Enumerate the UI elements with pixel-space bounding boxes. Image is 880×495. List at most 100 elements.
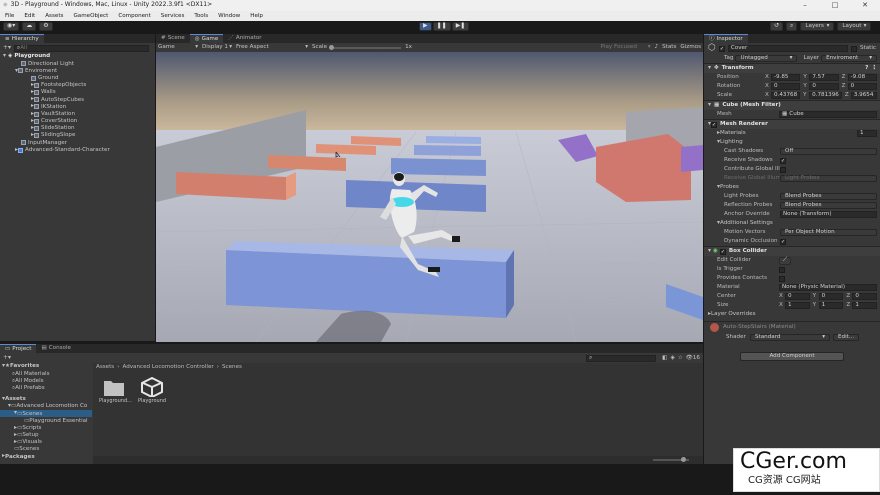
hidden-count-icon[interactable]: 👁16 <box>686 355 700 361</box>
breadcrumb-assets[interactable]: Assets <box>96 364 114 370</box>
menu-help[interactable]: Help <box>245 13 268 19</box>
scale-x[interactable]: 0.43768 <box>771 92 801 99</box>
add-icon[interactable]: +▾ <box>3 354 11 362</box>
mute-icon[interactable]: ♪ <box>655 44 659 50</box>
hierarchy-item[interactable]: ▸ SlideStation <box>3 124 155 132</box>
scale-z[interactable]: 3.9654 <box>850 92 877 99</box>
menu-file[interactable]: File <box>0 13 19 19</box>
history-button[interactable]: ↺ <box>770 22 784 31</box>
center-x[interactable]: 0 <box>785 293 810 300</box>
menu-edit[interactable]: Edit <box>19 13 40 19</box>
asset-tile[interactable]: Playground... <box>99 377 132 405</box>
add-icon[interactable]: +▾ <box>3 44 11 52</box>
probes-section[interactable]: ▾ Probes <box>704 183 880 192</box>
help-icon[interactable]: ? <box>865 65 868 71</box>
cast-shadows-dropdown[interactable]: Off <box>780 148 877 155</box>
asset-tile[interactable]: Playground <box>137 376 167 405</box>
center-z[interactable]: 0 <box>852 293 878 300</box>
motion-vectors-dropdown[interactable]: Per Object Motion <box>780 229 877 236</box>
shader-edit-button[interactable]: Edit... <box>833 334 860 341</box>
collider-header[interactable]: ▾ ◉ ✓ Box Collider <box>704 246 880 256</box>
filter-label-icon[interactable]: ◈ <box>670 355 674 361</box>
hierarchy-item[interactable]: ▸ FootstepObjects <box>3 81 155 89</box>
renderer-header[interactable]: ▾ ✓ Mesh Renderer <box>704 119 880 129</box>
cloud-button[interactable]: ☁ <box>22 22 37 31</box>
size-z[interactable]: 1 <box>852 302 878 309</box>
reflection-probes-dropdown[interactable]: Blend Probes <box>780 202 877 209</box>
hierarchy-item[interactable]: ▸ IKStation <box>3 103 155 110</box>
step-button[interactable]: ▶❚ <box>451 22 470 31</box>
display-dropdown[interactable]: Display 1 ▾ <box>202 44 232 50</box>
hierarchy-item[interactable]: Ground <box>3 75 155 82</box>
tab-hierarchy[interactable]: ≡ Hierarchy <box>0 34 44 43</box>
menu-gameobject[interactable]: GameObject <box>68 13 113 19</box>
additional-settings-section[interactable]: ▾ Additional Settings <box>704 219 880 228</box>
tab-scene[interactable]: # Scene <box>156 34 190 43</box>
game-mode-dropdown[interactable]: Game ▾ <box>158 44 198 50</box>
play-focused-dropdown[interactable]: Play Focused ▾ <box>601 44 651 50</box>
layers-dropdown[interactable]: Layers ▾ <box>800 22 835 31</box>
center-y[interactable]: 0 <box>818 293 844 300</box>
assets-section[interactable]: ▾ Assets <box>0 395 92 403</box>
mesh-field[interactable]: ▦ Cube <box>779 111 877 118</box>
hierarchy-item[interactable]: ▸ AutoStepCubes <box>3 95 155 103</box>
is-trigger-checkbox[interactable] <box>779 266 785 273</box>
zoom-slider[interactable] <box>653 457 689 462</box>
hierarchy-item[interactable]: ▾ Enviroment <box>3 67 155 74</box>
layer-overrides-section[interactable]: ▸ Layer Overrides <box>704 310 880 319</box>
provides-contacts-checkbox[interactable] <box>779 275 785 282</box>
fav-item[interactable]: ⌕ All Prefabs <box>0 385 92 392</box>
object-name-field[interactable]: Cover <box>727 45 848 52</box>
position-x[interactable]: -9.85 <box>771 74 801 81</box>
hierarchy-item[interactable]: ▸ SlidingSlope <box>3 131 155 139</box>
layer-dropdown[interactable]: Enviroment ▾ <box>821 55 878 62</box>
aspect-dropdown[interactable]: Free Aspect ▾ <box>236 44 308 50</box>
tree-folder[interactable]: ▭ Scenes <box>0 446 92 453</box>
hierarchy-item[interactable]: ▸ VaultStation <box>3 110 155 118</box>
contribute-gi-checkbox[interactable] <box>780 166 786 173</box>
edit-collider-button[interactable]: ⟋ <box>779 256 792 265</box>
dynamic-occlusion-checkbox[interactable]: ✓ <box>780 238 786 245</box>
game-viewport[interactable] <box>156 52 703 342</box>
collider-enabled-checkbox[interactable]: ✓ <box>719 248 726 255</box>
menu-assets[interactable]: Assets <box>40 13 68 19</box>
static-checkbox[interactable] <box>851 45 857 52</box>
shader-dropdown[interactable]: Standard ▾ <box>750 334 830 341</box>
size-x[interactable]: 1 <box>785 302 810 309</box>
tag-dropdown[interactable]: Untagged ▾ <box>735 55 798 62</box>
position-y[interactable]: 7.57 <box>809 74 839 81</box>
breadcrumb-alc[interactable]: Advanced Locomotion Controller <box>122 364 213 370</box>
search-button[interactable]: ⌕ <box>786 22 798 31</box>
scale-y[interactable]: 0.781396 <box>809 92 842 99</box>
physic-material-field[interactable]: None (Physic Material) <box>779 284 877 291</box>
receive-gi-dropdown[interactable]: Light Probes <box>780 175 877 182</box>
menu-component[interactable]: Component <box>113 13 155 19</box>
transform-header[interactable]: ▾ ✥ Transform? ⋮ <box>704 63 880 73</box>
position-z[interactable]: -9.08 <box>847 74 877 81</box>
tab-animator[interactable]: ⋰ Animator <box>223 34 266 43</box>
hierarchy-item[interactable]: ▸ CoverStation <box>3 117 155 125</box>
tab-game[interactable]: ◎ Game <box>189 34 224 43</box>
favorites-section[interactable]: ▾ ★ Favorites <box>0 362 92 370</box>
add-component-button[interactable]: Add Component <box>740 351 844 361</box>
fav-item[interactable]: ⌕ All Models <box>0 377 92 384</box>
pause-button[interactable]: ❚❚ <box>432 22 451 31</box>
play-button[interactable]: ▶ <box>419 22 432 31</box>
tab-console[interactable]: ▤ Console <box>36 344 76 353</box>
hierarchy-item[interactable]: ▸ Advanced-Standard-Character <box>3 146 155 153</box>
hierarchy-search-input[interactable]: ⌕ All <box>14 44 149 52</box>
account-button[interactable]: ◉▾ <box>3 22 20 31</box>
collab-button[interactable]: ⚙ <box>39 22 53 31</box>
star-icon[interactable]: ☆ <box>678 355 683 361</box>
stats-button[interactable]: Stats <box>662 44 676 50</box>
active-checkbox[interactable]: ✓ <box>718 45 725 52</box>
tab-project[interactable]: ▭ Project <box>0 344 37 353</box>
anchor-override-field[interactable]: None (Transform) <box>780 211 877 218</box>
layout-dropdown[interactable]: Layout ▾ <box>837 22 872 31</box>
meshfilter-header[interactable]: ▾ ▦ Cube (Mesh Filter) <box>704 100 880 110</box>
rotation-x[interactable]: 0 <box>771 83 801 90</box>
menu-window[interactable]: Window <box>213 13 245 19</box>
tree-folder-selected[interactable]: ▾ ▭ Scenes <box>0 409 92 418</box>
rotation-z[interactable]: 0 <box>847 83 877 90</box>
project-search-input[interactable]: ⌕ <box>586 354 657 362</box>
